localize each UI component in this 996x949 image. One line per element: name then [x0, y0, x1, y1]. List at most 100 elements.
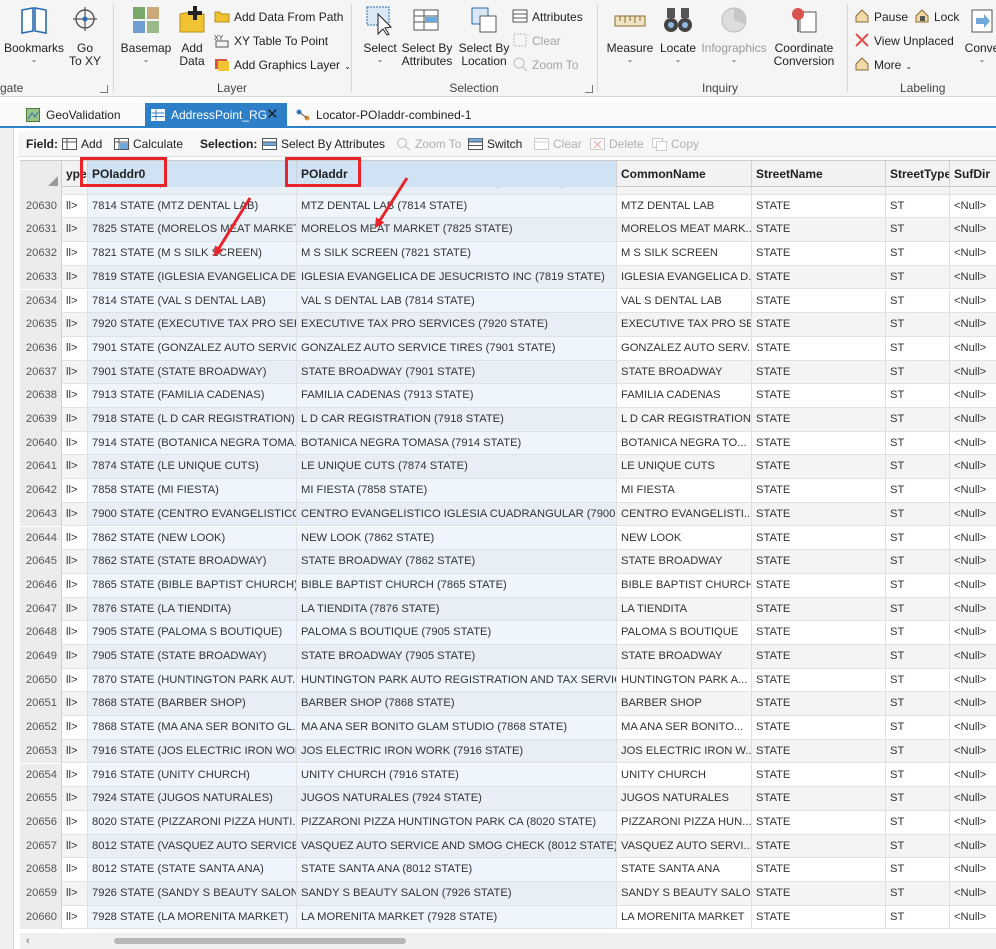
row-index-cell[interactable]: 20636: [20, 336, 62, 361]
type-cell[interactable]: ll>: [62, 384, 88, 408]
poiaddr-cell[interactable]: STATE SANTA ANA (8012 STATE): [297, 858, 617, 882]
streetname-cell[interactable]: STATE: [752, 455, 886, 480]
poiaddr0-cell[interactable]: 7924 STATE (JUGOS NATURALES): [88, 787, 297, 811]
row-index-cell[interactable]: 20639: [20, 408, 62, 432]
poiaddr0-cell[interactable]: 7865 STATE (BIBLE BAPTIST CHURCH): [88, 573, 297, 598]
commonname-cell[interactable]: IGLESIA EVANGELICA D...: [617, 265, 752, 290]
type-cell[interactable]: ll>: [62, 479, 88, 503]
poiaddr-cell[interactable]: LA MORENITA MARKET (7928 STATE): [297, 905, 617, 930]
row-index-cell[interactable]: 20648: [20, 621, 62, 645]
commonname-cell[interactable]: M S SILK SCREEN: [617, 242, 752, 266]
xy-table-to-point-button[interactable]: XY XY Table To Point: [214, 30, 328, 52]
row-index-cell[interactable]: 20655: [20, 787, 62, 811]
streetname-cell[interactable]: STATE: [752, 408, 886, 432]
type-cell[interactable]: ll>: [62, 289, 88, 314]
poiaddr0-cell[interactable]: 7870 STATE (HUNTINGTON PARK AUT...: [88, 668, 297, 693]
streettype-cell[interactable]: ST: [886, 810, 950, 835]
row-index-cell[interactable]: 20658: [20, 858, 62, 882]
row-index-cell[interactable]: 20651: [20, 692, 62, 717]
poiaddr-cell[interactable]: STATE BROADWAY (7905 STATE): [297, 645, 617, 669]
poiaddr-cell[interactable]: PIZZARONI PIZZA HUNTINGTON PARK CA (8020…: [297, 810, 617, 835]
streettype-cell[interactable]: ST: [886, 455, 950, 480]
sufdir-cell[interactable]: <Null>: [950, 692, 996, 716]
type-cell[interactable]: ll>: [62, 882, 88, 906]
poiaddr0-cell[interactable]: 7901 STATE (STATE BROADWAY): [88, 360, 297, 385]
table-row[interactable]: 20656 ll> 8020 STATE (PIZZARONI PIZZA HUNT…: [20, 810, 996, 835]
table-row[interactable]: 20655 ll> 7924 STATE (JUGOS NATURALES) JUGO…: [20, 787, 996, 811]
infographics-button[interactable]: Infographics ⌄: [700, 4, 768, 64]
column-header-streetname[interactable]: StreetName: [752, 161, 886, 187]
row-index-cell[interactable]: 20632: [20, 242, 62, 266]
streettype-cell[interactable]: ST: [886, 218, 950, 243]
streetname-cell[interactable]: STATE: [752, 787, 886, 811]
type-cell[interactable]: ll>: [62, 431, 88, 456]
poiaddr0-cell[interactable]: 8012 STATE (STATE SANTA ANA): [88, 858, 297, 882]
type-cell[interactable]: ll>: [62, 550, 88, 574]
streettype-cell[interactable]: ST: [886, 408, 950, 432]
streettype-cell[interactable]: ST: [886, 265, 950, 290]
streetname-cell[interactable]: STATE: [752, 550, 886, 574]
table-row[interactable]: 20643 ll> 7900 STATE (CENTRO EVANGELISTICO…: [20, 502, 996, 527]
poiaddr-cell[interactable]: IGLESIA EVANGELICA DE JESUCRISTO INC (78…: [297, 265, 617, 290]
streetname-cell[interactable]: STATE: [752, 384, 886, 408]
poiaddr0-cell[interactable]: 7825 STATE (MORELOS MEAT MARKET): [88, 218, 297, 243]
commonname-cell[interactable]: L D CAR REGISTRATION: [617, 408, 752, 432]
poiaddr0-cell[interactable]: 7916 STATE (UNITY CHURCH): [88, 763, 297, 788]
type-cell[interactable]: ll>: [62, 692, 88, 717]
sufdir-cell[interactable]: <Null>: [950, 811, 996, 835]
streetname-cell[interactable]: STATE: [752, 621, 886, 645]
row-index-cell[interactable]: 20635: [20, 313, 62, 337]
poiaddr-cell[interactable]: BIBLE BAPTIST CHURCH (7865 STATE): [297, 573, 617, 598]
table-row[interactable]: 20651 ll> 7868 STATE (BARBER SHOP) BARBER S…: [20, 692, 996, 717]
streettype-cell[interactable]: ST: [886, 526, 950, 551]
commonname-cell[interactable]: LA MORENITA MARKET: [617, 905, 752, 930]
commonname-cell[interactable]: LA TIENDITA: [617, 597, 752, 622]
row-index-cell[interactable]: 20647: [20, 597, 62, 622]
tab-locator-poiaddr-combined[interactable]: Locator-POIaddr-combined-1: [290, 103, 510, 127]
poiaddr0-cell[interactable]: 7920 STATE (EXECUTIVE TAX PRO SER...: [88, 313, 297, 337]
type-cell[interactable]: ll>: [62, 668, 88, 693]
sufdir-cell[interactable]: <Null>: [950, 503, 996, 527]
type-cell[interactable]: ll>: [62, 265, 88, 290]
table-row[interactable]: 20633 ll> 7819 STATE (IGLESIA EVANGELICA D…: [20, 265, 996, 290]
row-index-cell[interactable]: 20640: [20, 431, 62, 456]
streettype-cell[interactable]: ST: [886, 787, 950, 811]
commonname-cell[interactable]: FAMILIA CADENAS: [617, 384, 752, 408]
sufdir-cell[interactable]: <Null>: [950, 195, 996, 219]
group-launcher-icon[interactable]: [585, 85, 593, 93]
streettype-cell[interactable]: ST: [886, 668, 950, 693]
table-row[interactable]: 20646 ll> 7865 STATE (BIBLE BAPTIST CHURCH…: [20, 573, 996, 598]
poiaddr0-cell[interactable]: 7900 STATE (CENTRO EVANGELISTICO...: [88, 502, 297, 527]
type-cell[interactable]: ll>: [62, 313, 88, 337]
type-cell[interactable]: ll>: [62, 573, 88, 598]
poiaddr0-cell[interactable]: 7862 STATE (STATE BROADWAY): [88, 550, 297, 574]
column-header-poiaddr[interactable]: POIaddr: [297, 161, 617, 187]
streetname-cell[interactable]: STATE: [752, 218, 886, 243]
streetname-cell[interactable]: STATE: [752, 810, 886, 835]
table-row[interactable]: 20652 ll> 7868 STATE (MA ANA SER BONITO GL…: [20, 716, 996, 740]
sufdir-cell[interactable]: <Null>: [950, 550, 996, 574]
sufdir-cell[interactable]: <Null>: [950, 187, 996, 195]
streetname-cell[interactable]: STATE: [752, 645, 886, 669]
type-cell[interactable]: ll>: [62, 597, 88, 622]
commonname-cell[interactable]: HUNTINGTON PARK A...: [617, 668, 752, 693]
commonname-cell[interactable]: PIZZARONI PIZZA HUN...: [617, 810, 752, 835]
streetname-cell[interactable]: STATE: [752, 313, 886, 337]
streetname-cell[interactable]: STATE: [752, 668, 886, 693]
streetname-cell[interactable]: STATE: [752, 431, 886, 456]
commonname-cell[interactable]: MA ANA SER BONITO...: [617, 716, 752, 740]
commonname-cell[interactable]: MTZ DENTAL LAB: [617, 194, 752, 219]
type-cell[interactable]: ll>: [62, 502, 88, 527]
streettype-cell[interactable]: ST: [886, 716, 950, 740]
table-row[interactable]: 20642 ll> 7858 STATE (MI FIESTA) MI FIESTA …: [20, 479, 996, 503]
row-index-cell[interactable]: 20634: [20, 289, 62, 314]
poiaddr0-cell[interactable]: 8020 STATE (PIZZARONI PIZZA HUNTI...: [88, 810, 297, 835]
column-header-sufdir[interactable]: SufDir: [950, 161, 996, 187]
streettype-cell[interactable]: ST: [886, 384, 950, 408]
streetname-cell[interactable]: STATE: [752, 692, 886, 717]
sufdir-cell[interactable]: <Null>: [950, 432, 996, 456]
zoom-to-toolbar-button[interactable]: Zoom To: [396, 131, 461, 157]
table-row[interactable]: 20636 ll> 7901 STATE (GONZALEZ AUTO SERVIC…: [20, 336, 996, 361]
streetname-cell[interactable]: STATE: [752, 187, 886, 195]
sufdir-cell[interactable]: <Null>: [950, 764, 996, 788]
